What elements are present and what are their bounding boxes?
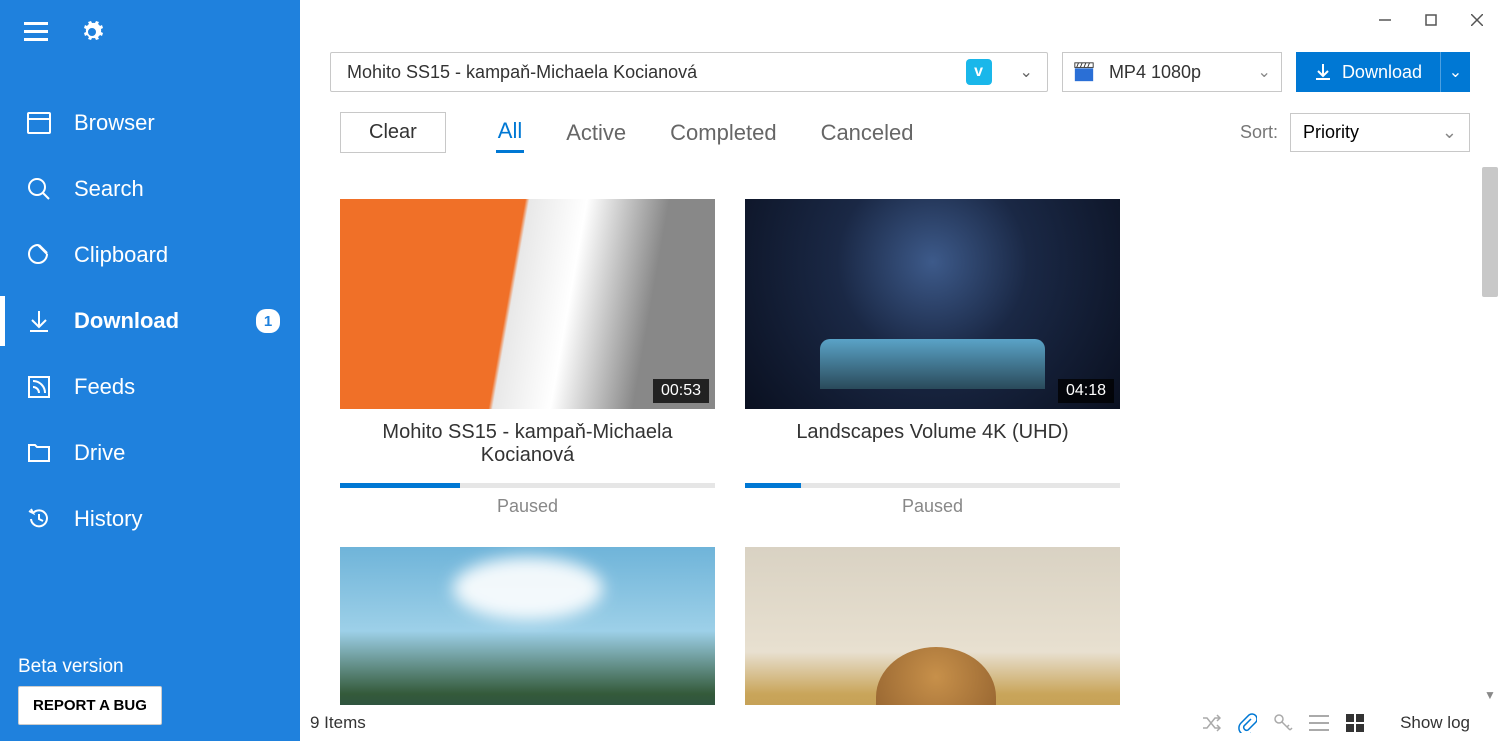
url-dropdown-icon[interactable]: ⌄	[1006, 62, 1047, 82]
browser-icon	[24, 108, 54, 138]
sidebar-top	[0, 0, 300, 60]
download-arrow-icon	[1314, 63, 1332, 81]
feeds-icon	[24, 372, 54, 402]
download-card[interactable]	[340, 547, 715, 705]
sort-value: Priority	[1303, 122, 1359, 143]
sidebar-item-feeds[interactable]: Feeds	[0, 354, 300, 420]
url-text: Mohito SS15 - kampaň-Michaela Kocianová	[331, 62, 960, 83]
filterbar: Clear All Active Completed Canceled Sort…	[300, 100, 1500, 159]
show-log-button[interactable]: Show log	[1400, 713, 1470, 733]
sidebar-item-drive[interactable]: Drive	[0, 420, 300, 486]
download-badge: 1	[256, 309, 280, 333]
sidebar-item-history[interactable]: History	[0, 486, 300, 552]
minimize-button[interactable]	[1362, 5, 1408, 35]
report-bug-button[interactable]: REPORT A BUG	[18, 686, 162, 725]
vimeo-icon: v	[966, 59, 992, 85]
sidebar: Browser Search Clipboard Download 1 Feed…	[0, 0, 300, 741]
statusbar: 9 Items Show log	[300, 705, 1500, 741]
sidebar-item-download[interactable]: Download 1	[0, 288, 300, 354]
topbar: Mohito SS15 - kampaň-Michaela Kocianová …	[300, 40, 1500, 100]
thumbnail: 00:53	[340, 199, 715, 409]
chevron-down-icon: ⌄	[1442, 122, 1457, 143]
chevron-down-icon: ⌄	[1258, 62, 1271, 82]
sidebar-item-label: History	[74, 506, 142, 532]
sidebar-item-label: Browser	[74, 110, 155, 136]
gear-icon[interactable]	[78, 18, 106, 46]
download-card[interactable]	[745, 547, 1120, 705]
progress-track	[745, 483, 1120, 488]
format-select[interactable]: MP4 1080p ⌄	[1062, 52, 1282, 92]
sidebar-item-label: Clipboard	[74, 242, 168, 268]
download-icon	[24, 306, 54, 336]
close-button[interactable]	[1454, 5, 1500, 35]
duration-badge: 04:18	[1058, 379, 1114, 403]
search-icon	[24, 174, 54, 204]
sidebar-item-label: Search	[74, 176, 144, 202]
thumbnail: 04:18	[745, 199, 1120, 409]
tab-all[interactable]: All	[496, 112, 524, 153]
download-label: Download	[1342, 62, 1422, 83]
main: Mohito SS15 - kampaň-Michaela Kocianová …	[300, 0, 1500, 741]
sidebar-item-label: Drive	[74, 440, 125, 466]
thumbnail	[745, 547, 1120, 705]
tab-completed[interactable]: Completed	[668, 114, 778, 152]
progress-track	[340, 483, 715, 488]
drive-icon	[24, 438, 54, 468]
beta-label: Beta version	[18, 656, 282, 678]
clipboard-icon	[24, 240, 54, 270]
clapper-icon	[1073, 61, 1095, 83]
item-status: Paused	[745, 496, 1120, 517]
progress-bar	[745, 483, 801, 488]
thumbnail	[340, 547, 715, 705]
sidebar-item-label: Download	[74, 308, 179, 334]
item-title: Landscapes Volume 4K (UHD)	[745, 421, 1120, 473]
attachment-icon[interactable]	[1236, 712, 1258, 734]
scrollbar-down-icon[interactable]: ▼	[1482, 687, 1498, 703]
format-text: MP4 1080p	[1109, 62, 1258, 83]
duration-badge: 00:53	[653, 379, 709, 403]
item-title: Mohito SS15 - kampaň-Michaela Kocianová	[340, 421, 715, 473]
clear-button[interactable]: Clear	[340, 112, 446, 153]
grid-view-icon[interactable]	[1344, 712, 1366, 734]
scrollbar-thumb[interactable]	[1482, 167, 1498, 297]
titlebar	[300, 0, 1500, 40]
tab-canceled[interactable]: Canceled	[819, 114, 916, 152]
sidebar-item-search[interactable]: Search	[0, 156, 300, 222]
sidebar-item-browser[interactable]: Browser	[0, 90, 300, 156]
sort-wrap: Sort: Priority ⌄	[1240, 113, 1470, 152]
chevron-down-icon: ⌄	[1449, 62, 1462, 82]
sidebar-item-label: Feeds	[74, 374, 135, 400]
hamburger-icon[interactable]	[22, 18, 50, 46]
shuffle-icon[interactable]	[1200, 712, 1222, 734]
tab-active[interactable]: Active	[564, 114, 628, 152]
download-button[interactable]: Download ⌄	[1296, 52, 1470, 92]
list-view-icon[interactable]	[1308, 712, 1330, 734]
download-card[interactable]: 04:18 Landscapes Volume 4K (UHD) Paused	[745, 199, 1120, 517]
progress-bar	[340, 483, 460, 488]
download-grid: 00:53 Mohito SS15 - kampaň-Michaela Koci…	[300, 159, 1500, 705]
sort-label: Sort:	[1240, 122, 1278, 143]
download-button-main[interactable]: Download	[1296, 62, 1440, 83]
sidebar-bottom: Beta version REPORT A BUG	[0, 648, 300, 741]
sort-select[interactable]: Priority ⌄	[1290, 113, 1470, 152]
sidebar-nav: Browser Search Clipboard Download 1 Feed…	[0, 60, 300, 648]
history-icon	[24, 504, 54, 534]
download-split-button[interactable]: ⌄	[1440, 52, 1470, 92]
download-card[interactable]: 00:53 Mohito SS15 - kampaň-Michaela Koci…	[340, 199, 715, 517]
url-input[interactable]: Mohito SS15 - kampaň-Michaela Kocianová …	[330, 52, 1048, 92]
sidebar-item-clipboard[interactable]: Clipboard	[0, 222, 300, 288]
key-icon[interactable]	[1272, 712, 1294, 734]
maximize-button[interactable]	[1408, 5, 1454, 35]
item-status: Paused	[340, 496, 715, 517]
item-count: 9 Items	[310, 713, 366, 733]
